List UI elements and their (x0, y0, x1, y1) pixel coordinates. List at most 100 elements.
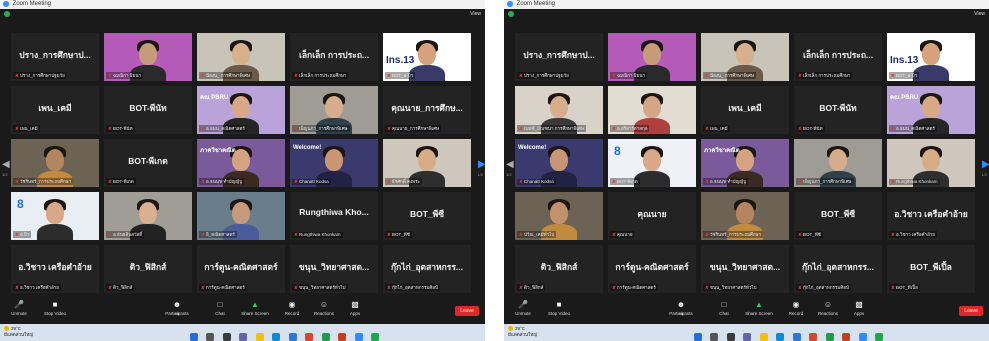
task-view-icon[interactable] (726, 333, 735, 341)
edge-browser-icon[interactable] (776, 333, 785, 341)
participant-tile[interactable]: คุณนาย_การศึกษ... ✘ คุณนาย_การศึกษาพิเศษ (383, 86, 471, 134)
participant-tile[interactable]: Rungthiwa Kho... ✘ Rungthiwa Khonkam (290, 192, 378, 240)
participant-tile[interactable]: ภาควิชาคณิต ✘ อ.ธนนุช ทำบัญญ์บู (197, 139, 285, 187)
participant-tile[interactable]: ✘ น้องน_ การศึกษาพิเศษ (197, 33, 285, 81)
next-page-arrow-icon[interactable]: ▶ (982, 158, 989, 172)
zoom-app-icon[interactable] (354, 333, 363, 341)
participant-tile[interactable]: อ.วิชาว เครือคำอ้าย ✘ อ.วิชาว เครือคำอ้าย (11, 245, 99, 293)
view-button[interactable]: View (470, 11, 481, 17)
store-icon[interactable] (288, 333, 297, 341)
participant-tile[interactable]: Ins.13 ✘ BOT_อ.บิว (383, 33, 471, 81)
participant-tile[interactable]: คุณนาย ✘ คุณนาย (608, 192, 696, 240)
reactions-button[interactable]: ☺ Reactions (307, 301, 341, 317)
participant-tile[interactable]: ✘ ฉมณิกา ธิมนา (608, 33, 696, 81)
participant-tile[interactable]: ✘ อ.อริสาร์ต่าสกุล (608, 86, 696, 134)
participant-tile[interactable]: BOT-พีเกด ✘ BOT-พีเกด (104, 139, 192, 187)
weather-widget[interactable]: 29°C มีแดดส่วนใหญ่ (508, 326, 537, 338)
task-view-icon[interactable] (222, 333, 231, 341)
share-screen-button[interactable]: ▲ Share Screen (238, 301, 272, 317)
file-explorer-icon[interactable] (759, 333, 768, 341)
participant-tile[interactable]: ✘ น้องน_ การศึกษาพิเศษ (701, 33, 789, 81)
participant-tile[interactable]: ✘ วัชรินทร์_การประถมศึกษา (701, 192, 789, 240)
participant-tile[interactable]: ✘ ปวีณ_เคมีทั่วไป (515, 192, 603, 240)
participant-tile[interactable]: เล็กเล็ก การประถ... ✘ เล็กเล็ก การประถมศึ… (290, 33, 378, 81)
teams-icon[interactable] (239, 333, 248, 341)
chat-button[interactable]: □ Chat (707, 301, 741, 317)
search-icon[interactable] (710, 333, 719, 341)
participant-tile[interactable]: คณ PBRU ✘ อ.ธมน_คณิตศาสตร์ (197, 86, 285, 134)
participant-tile[interactable]: BOT_พีเปิ้ล ✘ BOT_พีเปิ้ล (887, 245, 975, 293)
participant-tile[interactable]: ✘ ฉมณิกา ธิมนา (104, 33, 192, 81)
chat-button[interactable]: □ Chat (203, 301, 237, 317)
next-page-arrow-icon[interactable]: ▶ (478, 158, 485, 172)
chrome-icon[interactable] (825, 333, 834, 341)
apps-button[interactable]: ▩ Apps (338, 301, 372, 317)
participant-tile[interactable]: ✘ อิ_คณิตศาสตร์ (197, 192, 285, 240)
record-button[interactable]: ◉ Record (779, 301, 813, 317)
unmute-button[interactable]: 🎤 Unmute (2, 301, 36, 317)
participant-tile[interactable]: คณ PBRU ✘ อ.ธมน_คณิตศาสตร์ (887, 86, 975, 134)
participant-tile[interactable]: BOT_พีซี ✘ BOT_พีซี (794, 192, 882, 240)
search-icon[interactable] (206, 333, 215, 341)
participant-tile[interactable]: ✘ Rungthiwa Khonkam (887, 139, 975, 187)
teams-icon[interactable] (743, 333, 752, 341)
participant-tile[interactable]: BOT_พีซี ✘ BOT_พีซี (383, 192, 471, 240)
participant-tile[interactable]: ✘ เบนซ์_มัณฑนา การศึกษาพิเศษ (515, 86, 603, 134)
participant-tile[interactable]: ✘ เพ็ญนภา_การศึกษาพิเศษ (290, 86, 378, 134)
participant-tile[interactable]: ปราง_การศึกษาป... ✘ ปราง_การศึกษาปฐมวัย (11, 33, 99, 81)
file-explorer-icon[interactable] (255, 333, 264, 341)
chrome-icon[interactable] (321, 333, 330, 341)
windows-start-icon[interactable] (190, 333, 198, 341)
participant-tile[interactable]: เล็กเล็ก การประถ... ✘ เล็กเล็ก การประถมศึ… (794, 33, 882, 81)
participants-button[interactable]: ☻69 Participants (160, 301, 194, 317)
reactions-button[interactable]: ☺ Reactions (811, 301, 845, 317)
participant-tile[interactable]: เพน_เคมี ✘ เพน_เคมี (701, 86, 789, 134)
participant-tile[interactable]: ดิว_ฟิสิกส์ ✘ ดิว_ฟิสิกส์ (515, 245, 603, 293)
participant-tile[interactable]: ✘ ธีรศักดิ์ คงพระ (383, 139, 471, 187)
line-app-icon[interactable] (874, 333, 883, 341)
apps-button[interactable]: ▩ Apps (842, 301, 876, 317)
view-button[interactable]: View (974, 11, 985, 17)
participant-tile[interactable]: อ.วิชาว เครือคำอ้าย ✘ อ.วิชาว เครือคำอ้าย (887, 192, 975, 240)
participant-tile[interactable]: ✘ วัชรินทร์_การประถมศึกษา (11, 139, 99, 187)
line-app-icon[interactable] (370, 333, 379, 341)
security-shield-icon[interactable] (508, 11, 514, 17)
participant-tile[interactable]: ภาควิชาคณิต ✘ อ.ธนนุช ทำบัญญ์บู (701, 139, 789, 187)
participant-tile[interactable]: Welcome! ✘ Chanatt Kodsa (290, 139, 378, 187)
previous-page-arrow-icon[interactable]: ◀ (2, 158, 10, 172)
windows-start-icon[interactable] (694, 333, 702, 341)
zoom-app-icon[interactable] (858, 333, 867, 341)
share-screen-button[interactable]: ▲ Share Screen (742, 301, 776, 317)
participants-button[interactable]: ☻69 Participants (664, 301, 698, 317)
office-icon[interactable] (809, 333, 818, 341)
edge-browser-icon[interactable] (272, 333, 281, 341)
leave-button[interactable]: Leave (455, 306, 479, 316)
participant-tile[interactable]: เพน_เคมี ✘ เพน_เคมี (11, 86, 99, 134)
powerpoint-icon[interactable] (842, 333, 851, 341)
participant-tile[interactable]: BOT-พีนัท ✘ BOT-พีนัท (794, 86, 882, 134)
store-icon[interactable] (792, 333, 801, 341)
security-shield-icon[interactable] (4, 11, 10, 17)
previous-page-arrow-icon[interactable]: ◀ (506, 158, 514, 172)
participant-tile[interactable]: 8 ✘ BOT-พีเกด (608, 139, 696, 187)
participant-tile[interactable]: การ์ตูน-คณิตศาสตร์ ✘ การ์ตูน-คณิตศาสตร์ (608, 245, 696, 293)
participant-tile[interactable]: Ins.13 ✘ BOT_อ.บิว (887, 33, 975, 81)
participant-tile[interactable]: 8 ✘ อ.ปิว (11, 192, 99, 240)
record-button[interactable]: ◉ Record (275, 301, 309, 317)
participant-tile[interactable]: ✘ อ.ธันยสินสวัสดิ์ (104, 192, 192, 240)
participant-tile[interactable]: กุ๊กไก่_อุตสาหกรร... ✘ กุ๊กไก่_อุตสาหกรรม… (794, 245, 882, 293)
participant-tile[interactable]: ดิว_ฟิสิกส์ ✘ ดิว_ฟิสิกส์ (104, 245, 192, 293)
powerpoint-icon[interactable] (338, 333, 347, 341)
stop-video-button[interactable]: ■ Stop Video (542, 301, 576, 317)
participant-tile[interactable]: ปราง_การศึกษาป... ✘ ปราง_การศึกษาปฐมวัย (515, 33, 603, 81)
participant-tile[interactable]: ขนุน_วิทยาศาสต... ✘ ขนุน_วิทยาศาสตร์ทั่วไ… (290, 245, 378, 293)
leave-button[interactable]: Leave (959, 306, 983, 316)
office-icon[interactable] (305, 333, 314, 341)
participant-tile[interactable]: BOT-พีนัท ✘ BOT-พีนัท (104, 86, 192, 134)
participant-tile[interactable]: ขนุน_วิทยาศาสต... ✘ ขนุน_วิทยาศาสตร์ทั่วไ… (701, 245, 789, 293)
participant-tile[interactable]: Welcome! ✘ Chanatt Kodsa (515, 139, 603, 187)
weather-widget[interactable]: 29°C มีแดดส่วนใหญ่ (4, 326, 33, 338)
unmute-button[interactable]: 🎤 Unmute (506, 301, 540, 317)
participant-tile[interactable]: ✘ เพ็ญนภา_การศึกษาพิเศษ (794, 139, 882, 187)
participant-tile[interactable]: การ์ตูน-คณิตศาสตร์ ✘ การ์ตูน-คณิตศาสตร์ (197, 245, 285, 293)
